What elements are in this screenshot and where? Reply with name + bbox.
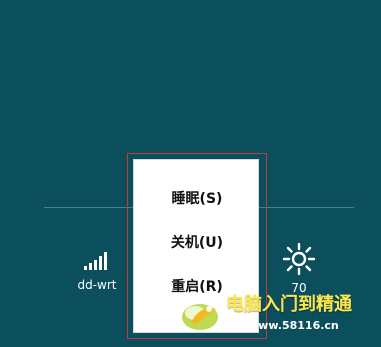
network-label: dd-wrt bbox=[77, 278, 117, 292]
sleep-option[interactable]: 睡眠(S) bbox=[134, 180, 258, 218]
restart-option[interactable]: 重启(R) bbox=[134, 268, 258, 306]
watermark-url: www.58116.cn bbox=[248, 319, 339, 332]
settings-tray: dd-wrt 70 睡眠(S) 关机(U) 重启(R) 电脑入门到精通 www. bbox=[0, 0, 381, 347]
brightness-icon bbox=[283, 243, 315, 275]
brightness-button[interactable]: 70 bbox=[274, 243, 324, 295]
shutdown-option[interactable]: 关机(U) bbox=[134, 224, 258, 262]
wifi-signal-icon bbox=[84, 252, 107, 270]
network-button[interactable]: dd-wrt bbox=[58, 248, 136, 292]
power-menu: 睡眠(S) 关机(U) 重启(R) bbox=[133, 159, 259, 333]
brightness-value: 70 bbox=[291, 281, 307, 295]
